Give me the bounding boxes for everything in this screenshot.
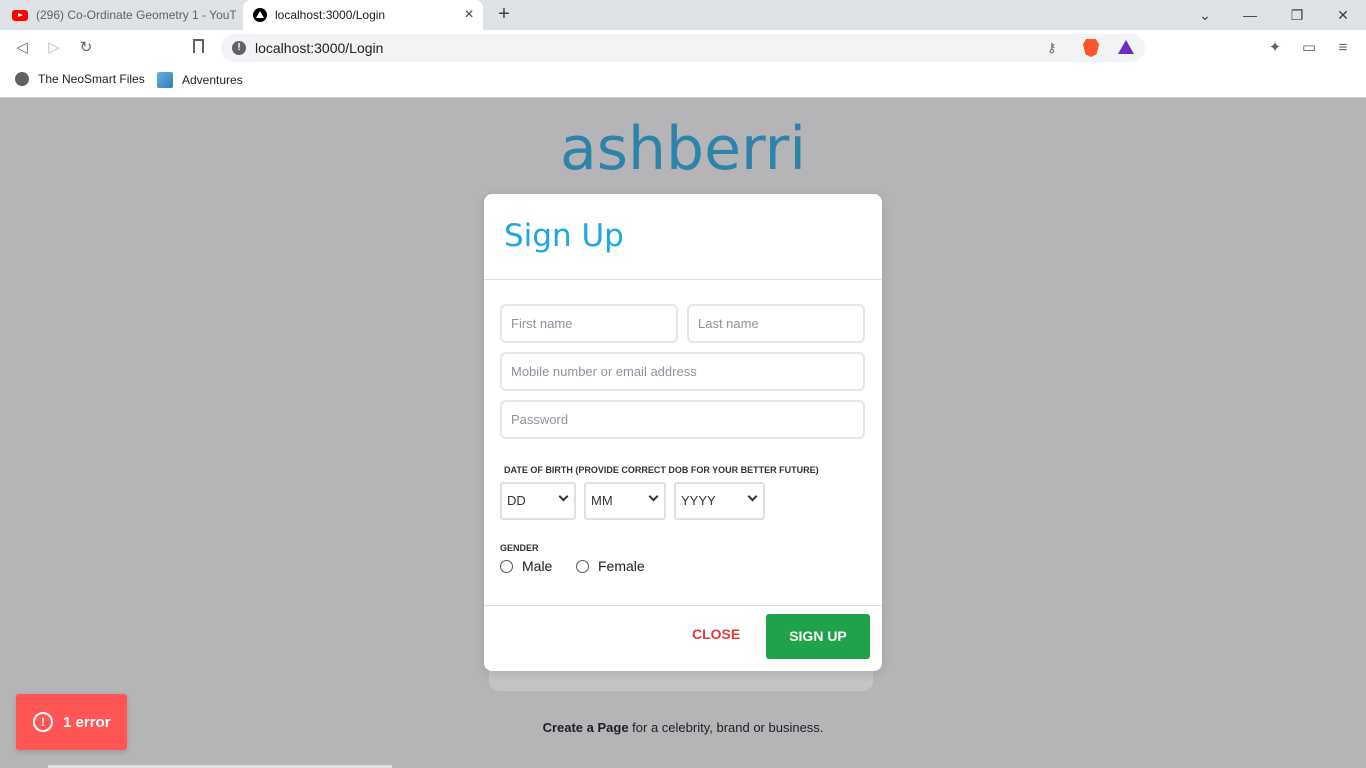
close-tab-icon[interactable]: ×: [461, 7, 477, 23]
chevron-down-icon: [558, 491, 569, 502]
youtube-icon: [12, 9, 28, 21]
window-close-icon[interactable]: ✕: [1331, 4, 1355, 26]
gender-female-option[interactable]: Female: [576, 558, 645, 574]
dob-year-select[interactable]: YYYY: [674, 482, 765, 520]
create-page-link[interactable]: Create a Page: [543, 720, 629, 735]
tab-youtube[interactable]: (296) Co-Ordinate Geometry 1 - YouTube: [0, 0, 243, 30]
chevron-down-icon: [648, 491, 659, 502]
dob-label: DATE OF BIRTH (PROVIDE CORRECT DOB FOR Y…: [504, 465, 819, 475]
female-radio[interactable]: [576, 559, 589, 573]
close-button[interactable]: CLOSE: [692, 626, 740, 642]
bookmark-neosmart[interactable]: The NeoSmart Files: [15, 72, 145, 86]
create-page-text: Create a Page for a celebrity, brand or …: [0, 720, 1366, 735]
error-icon: !: [33, 712, 53, 732]
url-text[interactable]: localhost:3000/Login: [255, 34, 383, 62]
error-count: 1 error: [63, 713, 111, 731]
new-tab-icon[interactable]: +: [494, 4, 514, 24]
reload-icon[interactable]: ↻: [76, 38, 96, 58]
dob-month-value: MM: [591, 493, 613, 508]
restore-icon[interactable]: ❐: [1285, 4, 1309, 26]
bookmark-icon[interactable]: [193, 39, 204, 53]
minimize-icon[interactable]: —: [1238, 4, 1262, 26]
signup-button[interactable]: SIGN UP: [766, 614, 870, 659]
modal-header: Sign Up: [484, 194, 882, 280]
last-name-input[interactable]: Last name: [687, 304, 865, 343]
address-bar[interactable]: ! localhost:3000/Login ⚷: [221, 34, 1145, 62]
key-icon[interactable]: ⚷: [1047, 40, 1057, 56]
extensions-icon[interactable]: ✦: [1265, 38, 1285, 58]
modal-title: Sign Up: [504, 218, 624, 254]
tab-localhost[interactable]: localhost:3000/Login ×: [243, 0, 483, 30]
browser-toolbar: ◁ ▷ ↻ ! localhost:3000/Login ⚷ ✦ ▭ ≡: [0, 30, 1366, 66]
nextjs-icon: [253, 8, 267, 22]
dob-year-value: YYYY: [681, 493, 716, 508]
bookmark-label: Adventures: [182, 73, 243, 87]
female-label: Female: [598, 558, 645, 574]
gender-male-option[interactable]: Male: [500, 558, 552, 574]
menu-icon[interactable]: ≡: [1333, 38, 1353, 58]
male-label: Male: [522, 558, 553, 574]
bookmarks-bar: The NeoSmart Files Adventures: [0, 66, 1366, 98]
forward-icon[interactable]: ▷: [44, 38, 64, 58]
site-info-icon[interactable]: !: [232, 41, 246, 55]
brand-logo: ashberri: [559, 114, 806, 184]
brave-shields-icon[interactable]: [1083, 39, 1099, 57]
male-radio[interactable]: [500, 559, 513, 573]
image-icon: [157, 72, 173, 88]
first-name-input[interactable]: First name: [500, 304, 678, 343]
dob-day-value: DD: [507, 493, 526, 508]
dob-month-select[interactable]: MM: [584, 482, 666, 520]
bookmark-adventures[interactable]: Adventures: [157, 72, 243, 88]
tab-title: (296) Co-Ordinate Geometry 1 - YouTube: [36, 8, 236, 22]
contact-input[interactable]: Mobile number or email address: [500, 352, 865, 391]
error-toast[interactable]: ! 1 error: [16, 694, 127, 750]
signup-modal: Sign Up First name Last name Mobile numb…: [484, 194, 882, 671]
bookmark-label: The NeoSmart Files: [38, 72, 145, 86]
tab-strip: (296) Co-Ordinate Geometry 1 - YouTube l…: [0, 0, 1366, 30]
back-icon[interactable]: ◁: [12, 38, 32, 58]
dob-day-select[interactable]: DD: [500, 482, 576, 520]
chevron-down-icon: [747, 491, 758, 502]
modal-footer-divider: [484, 605, 882, 606]
tab-title: localhost:3000/Login: [275, 8, 386, 22]
brave-rewards-icon[interactable]: [1118, 40, 1134, 54]
password-input[interactable]: Password: [500, 400, 865, 439]
create-page-rest: for a celebrity, brand or business.: [628, 720, 824, 735]
tab-search-icon[interactable]: ⌄: [1193, 4, 1217, 26]
globe-icon: [15, 72, 29, 86]
gender-label: GENDER: [500, 543, 539, 553]
wallet-icon[interactable]: ▭: [1299, 38, 1319, 58]
